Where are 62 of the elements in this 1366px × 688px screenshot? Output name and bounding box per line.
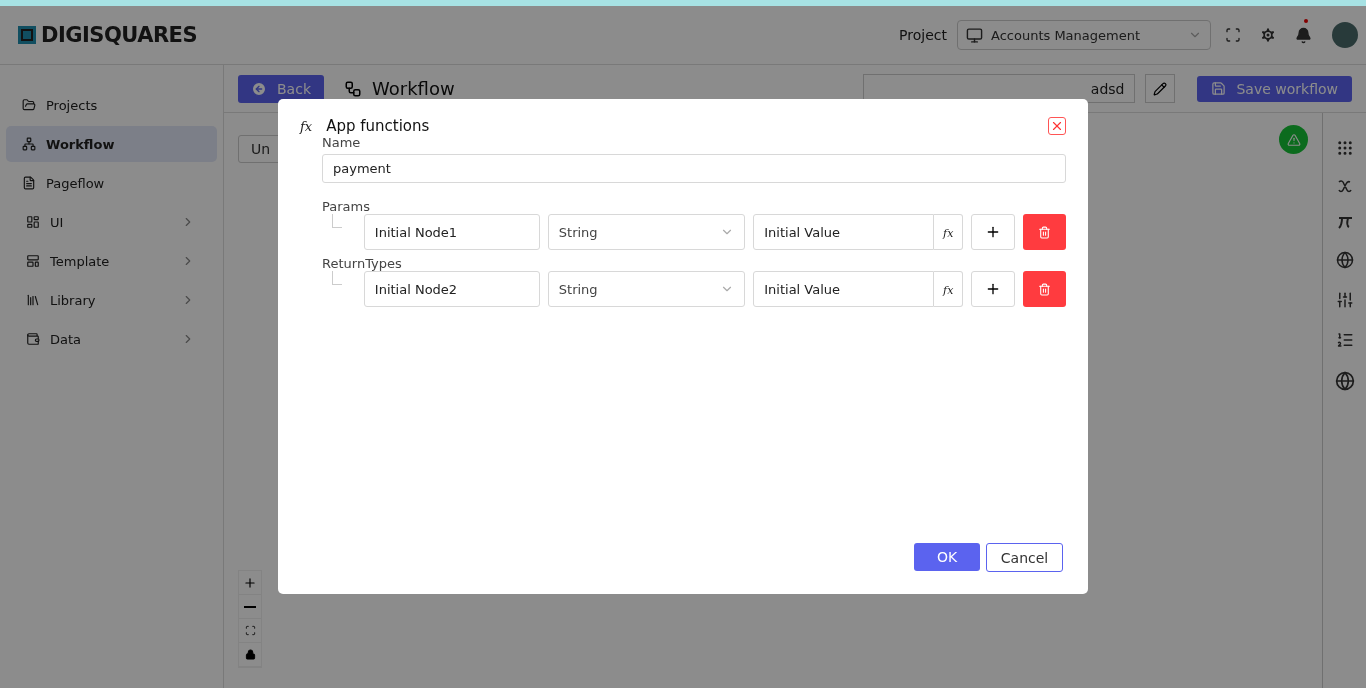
monitor-icon: [966, 26, 983, 44]
trash-icon: [1037, 282, 1051, 296]
field-label: Name: [322, 135, 362, 150]
function-button[interactable]: fx: [934, 271, 964, 307]
fullscreen-icon: [244, 625, 256, 636]
brand-name: DIGISQUARES: [41, 23, 198, 47]
folder-icon: [22, 98, 36, 112]
section-label: ReturnTypes: [322, 256, 403, 271]
edit-button[interactable]: [1145, 74, 1176, 103]
value-field[interactable]: Initial Value: [753, 271, 935, 307]
pi-icon[interactable]: [1336, 215, 1353, 229]
script-x-icon[interactable]: [1336, 179, 1353, 193]
globe-icon[interactable]: [1335, 251, 1354, 269]
add-button[interactable]: [971, 271, 1015, 307]
value-field[interactable]: Initial Value: [753, 214, 935, 250]
type-select[interactable]: String: [547, 214, 746, 250]
section-label: Params: [322, 199, 371, 214]
trash-icon: [1037, 225, 1051, 239]
plus-icon: [243, 575, 257, 590]
project-select[interactable]: Accounts Management: [957, 20, 1211, 50]
sidebar-item[interactable]: Pageflow: [6, 165, 217, 201]
avatar[interactable]: [1332, 22, 1358, 48]
page-title: Workflow: [372, 78, 455, 99]
project-label: Project: [899, 27, 947, 43]
delete-button[interactable]: [1022, 271, 1066, 307]
arrow-left-icon: [251, 80, 267, 97]
save-workflow-button[interactable]: Save workflow: [1197, 75, 1352, 102]
dialog-title: App functions: [326, 117, 431, 135]
wallet-icon: [26, 332, 40, 346]
sidebar-item[interactable]: Template: [6, 243, 217, 279]
globe-icon[interactable]: [1334, 371, 1355, 391]
back-button[interactable]: Back: [238, 74, 324, 103]
hierarchy-icon: [22, 137, 36, 151]
close-icon: [1050, 119, 1064, 133]
sidebar-item[interactable]: Projects: [6, 87, 217, 123]
close-button[interactable]: [1048, 117, 1066, 135]
lock-icon: [244, 649, 256, 660]
node-name-field[interactable]: Initial Node2: [363, 271, 540, 307]
function-icon: fx: [300, 118, 313, 134]
name-field[interactable]: payment: [322, 154, 1066, 183]
cancel-button[interactable]: Cancel: [986, 543, 1063, 572]
node-name-field[interactable]: Initial Node1: [363, 214, 540, 250]
grid-icon: [26, 215, 40, 229]
sidebar-item[interactable]: Workflow: [6, 126, 217, 162]
hierarchy-icon: [344, 79, 362, 98]
type-select[interactable]: String: [547, 271, 746, 307]
books-icon: [26, 293, 40, 307]
template-icon: [26, 254, 40, 268]
logo-icon: [17, 25, 37, 45]
numbered-list-icon[interactable]: [1335, 331, 1354, 349]
pencil-icon: [1153, 81, 1168, 96]
minus-icon: [244, 605, 256, 608]
sidebar-item[interactable]: UI: [6, 204, 217, 240]
ok-button[interactable]: OK: [914, 543, 980, 571]
add-button[interactable]: [971, 214, 1015, 250]
delete-button[interactable]: [1022, 214, 1066, 250]
function-button[interactable]: fx: [934, 214, 964, 250]
sliders-icon[interactable]: [1335, 291, 1354, 309]
document-icon: [22, 176, 36, 190]
grid-icon[interactable]: [1335, 139, 1354, 157]
sidebar-item[interactable]: Data: [6, 321, 217, 357]
sidebar-item[interactable]: Library: [6, 282, 217, 318]
